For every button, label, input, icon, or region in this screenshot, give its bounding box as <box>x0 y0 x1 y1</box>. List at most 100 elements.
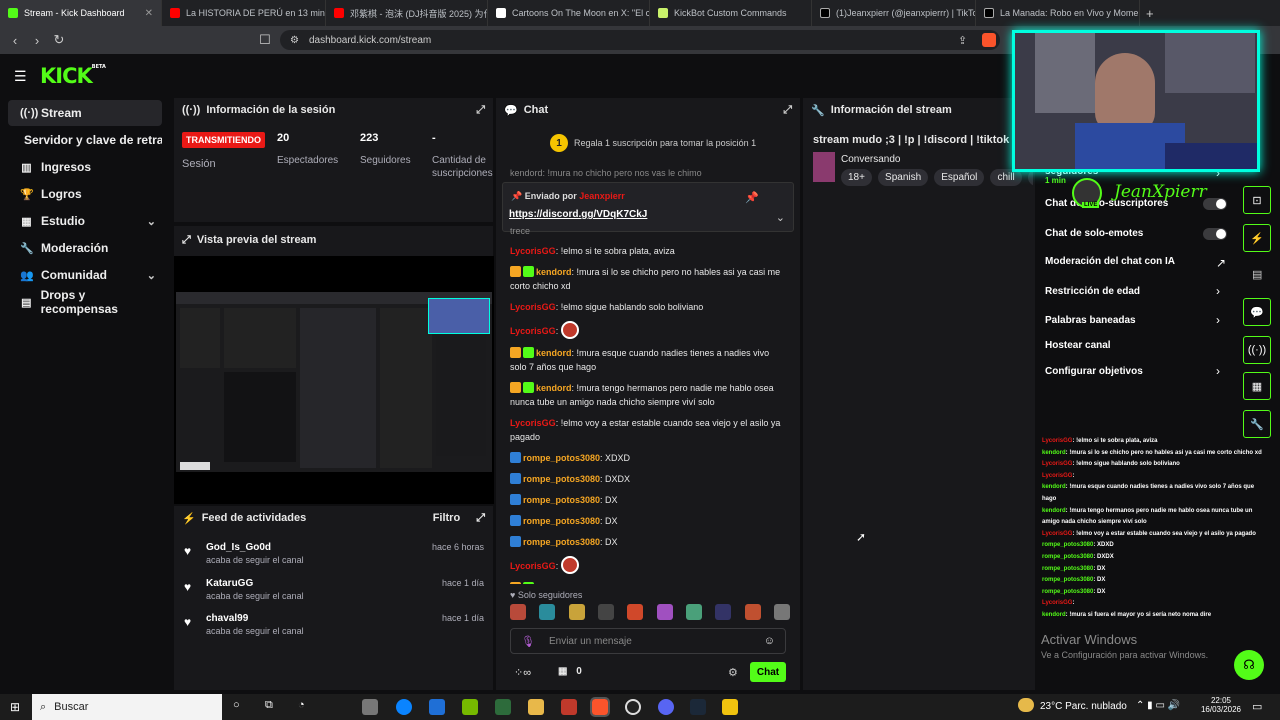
brave-shield-icon[interactable] <box>982 33 996 47</box>
document-icon[interactable]: ▤ <box>1252 268 1262 281</box>
notification-icon[interactable]: ▭ <box>1252 700 1262 713</box>
emote-only-chat-toggle[interactable] <box>1203 228 1227 240</box>
expand-icon[interactable]: ⤢ <box>783 104 792 117</box>
support-button[interactable]: ☊ <box>1234 650 1264 680</box>
sidebar-item-moderation[interactable]: 🔧 Moderación <box>8 235 162 261</box>
filter-button[interactable]: Filtro <box>433 512 461 524</box>
external-link-icon[interactable]: ↗ <box>1216 256 1226 270</box>
expand-icon[interactable]: ⤢ <box>476 512 485 525</box>
chat-username[interactable]: LycorisGG <box>510 326 556 336</box>
browser-tab[interactable]: Cartoons On The Moon en X: "El cre <box>488 0 650 26</box>
emote-icon[interactable] <box>685 604 702 620</box>
folder-icon[interactable] <box>528 699 544 715</box>
browser-tab[interactable]: Stream - Kick Dashboard ✕ <box>0 0 162 26</box>
category-name[interactable]: Conversando <box>841 154 900 165</box>
sub-goal-banner[interactable]: 1 Regala 1 suscripción para tomar la pos… <box>550 134 756 152</box>
sidebar-item-revenue[interactable]: ▥ Ingresos <box>8 154 162 180</box>
menu-icon[interactable]: ☰ <box>14 68 27 85</box>
chat-icon[interactable]: 💬 <box>1243 298 1271 326</box>
new-tab-icon[interactable]: + <box>1146 6 1154 21</box>
set-goals-setting[interactable]: Configurar objetivos <box>1045 366 1143 377</box>
chevron-down-icon[interactable]: ⌄ <box>776 211 785 224</box>
chat-username[interactable]: kendord <box>536 383 572 393</box>
share-icon[interactable]: ⇪ <box>958 34 967 47</box>
emote-icon[interactable] <box>715 604 732 620</box>
edge-icon[interactable] <box>396 699 412 715</box>
stream-preview-video[interactable] <box>174 256 494 504</box>
emote-icon[interactable] <box>597 604 614 620</box>
chat-username[interactable]: LycorisGG <box>510 561 556 571</box>
chat-username[interactable]: LycorisGG <box>510 418 556 428</box>
browser-tab[interactable]: (1)Jeanxpierr (@jeanxpierrr) | TikTok <box>812 0 976 26</box>
sidebar-item-community[interactable]: 👥 Comunidad ⌄ <box>8 262 162 288</box>
close-tab-icon[interactable]: ✕ <box>145 8 153 19</box>
mail-icon[interactable] <box>429 699 445 715</box>
nvidia-icon[interactable] <box>462 699 478 715</box>
discord-icon[interactable] <box>658 699 674 715</box>
chat-username[interactable]: kendord <box>536 267 572 277</box>
broadcast-icon[interactable]: ((·)) <box>1243 336 1271 364</box>
sidebar-item-achievements[interactable]: 🏆 Logros <box>8 181 162 207</box>
site-info-icon[interactable]: ⚙ <box>290 35 299 46</box>
sidebar-item-stream[interactable]: ((·)) Stream <box>8 100 162 126</box>
browser-tab[interactable]: KickBot Custom Commands <box>650 0 812 26</box>
emote-icon[interactable] <box>627 604 644 620</box>
taskbar-search[interactable]: ⌕ Buscar <box>32 694 222 720</box>
chat-username[interactable]: LycorisGG <box>510 302 556 312</box>
steam-icon[interactable] <box>690 699 706 715</box>
chat-username[interactable]: LycorisGG <box>510 246 556 256</box>
banned-words-setting[interactable]: Palabras baneadas <box>1045 315 1136 326</box>
tray-icons[interactable]: ⌃ ▮ ▭ 🔊 <box>1136 700 1180 711</box>
chat-username[interactable]: rompe_potos3080 <box>523 537 600 547</box>
chat-username[interactable]: kendord <box>536 348 572 358</box>
emote-icon[interactable] <box>539 604 556 620</box>
emote-icon[interactable] <box>656 604 673 620</box>
chat-input[interactable]: 🎙 Enviar un mensaje ☺ <box>510 628 786 654</box>
url-field[interactable]: ⚙ dashboard.kick.com/stream <box>280 30 1000 50</box>
archive-icon[interactable]: ▦ <box>1243 372 1271 400</box>
forward-icon[interactable]: › <box>26 33 48 48</box>
app-icon[interactable] <box>722 699 738 715</box>
reload-icon[interactable]: ↻ <box>48 32 70 48</box>
chevron-right-icon[interactable]: › <box>1216 364 1220 378</box>
chat-username[interactable]: rompe_potos3080 <box>523 495 600 505</box>
chat-username[interactable]: rompe_potos3080 <box>523 516 600 526</box>
cortana-icon[interactable]: ○ <box>233 699 240 711</box>
chevron-right-icon[interactable]: › <box>1216 284 1220 298</box>
sidebar-item-drops[interactable]: ▤ Drops y recompensas <box>8 288 162 316</box>
browser-tab[interactable]: La HISTORIA DE PERÚ en 13 min <box>162 0 326 26</box>
settings-icon[interactable]: ⚙ <box>728 666 738 679</box>
emoji-icon[interactable]: ☺ <box>764 635 775 647</box>
wrench-icon[interactable]: 🔧 <box>1243 410 1271 438</box>
ai-moderation-setting[interactable]: Moderación del chat con IA <box>1045 256 1175 267</box>
app-icon[interactable] <box>495 699 511 715</box>
browser-tab[interactable]: La Manada: Robo en Vivo y Moment <box>976 0 1140 26</box>
app-icon[interactable] <box>561 699 577 715</box>
emote-icon[interactable] <box>744 604 761 620</box>
browser-tab[interactable]: 邓紫棋 - 泡沫 (DJ抖音版 2025) 为什么 <box>326 0 488 26</box>
microphone-icon[interactable]: 🎙 <box>521 635 535 648</box>
sidebar-item-studio[interactable]: ▦ Estudio ⌄ <box>8 208 162 234</box>
send-chat-button[interactable]: Chat <box>750 662 786 682</box>
emote-icon[interactable] <box>510 604 526 620</box>
chevron-right-icon[interactable]: › <box>1216 313 1220 327</box>
emote-icon[interactable] <box>568 604 585 620</box>
back-icon[interactable]: ‹ <box>4 33 26 48</box>
bolt-icon[interactable]: ⚡ <box>1243 224 1271 252</box>
chat-username[interactable]: rompe_potos3080 <box>523 474 600 484</box>
layout-icon[interactable]: ⊡ <box>1243 186 1271 214</box>
sidebar-item-stream-key[interactable]: Servidor y clave de retransmisión <box>8 127 162 153</box>
task-view-icon[interactable]: ⧉ <box>265 699 273 712</box>
windows-start-icon[interactable]: ⊞ <box>10 700 20 714</box>
emote-icon[interactable] <box>773 604 790 620</box>
pinned-link[interactable]: https://discord.gg/VDqK7CkJ <box>509 209 647 220</box>
obs-icon[interactable] <box>625 699 641 715</box>
age-restriction-setting[interactable]: Restricción de edad <box>1045 286 1140 297</box>
kick-logo[interactable]: KICKBETA <box>40 64 106 88</box>
taskbar-weather[interactable]: 23°C Parc. nublado <box>1040 701 1127 712</box>
clock-app-icon[interactable]: ◔ <box>298 699 305 711</box>
chat-username[interactable]: rompe_potos3080 <box>523 453 600 463</box>
calculator-icon[interactable] <box>362 699 378 715</box>
points-icon[interactable]: ⁘∞ <box>514 666 531 679</box>
brave-icon[interactable] <box>590 697 610 717</box>
